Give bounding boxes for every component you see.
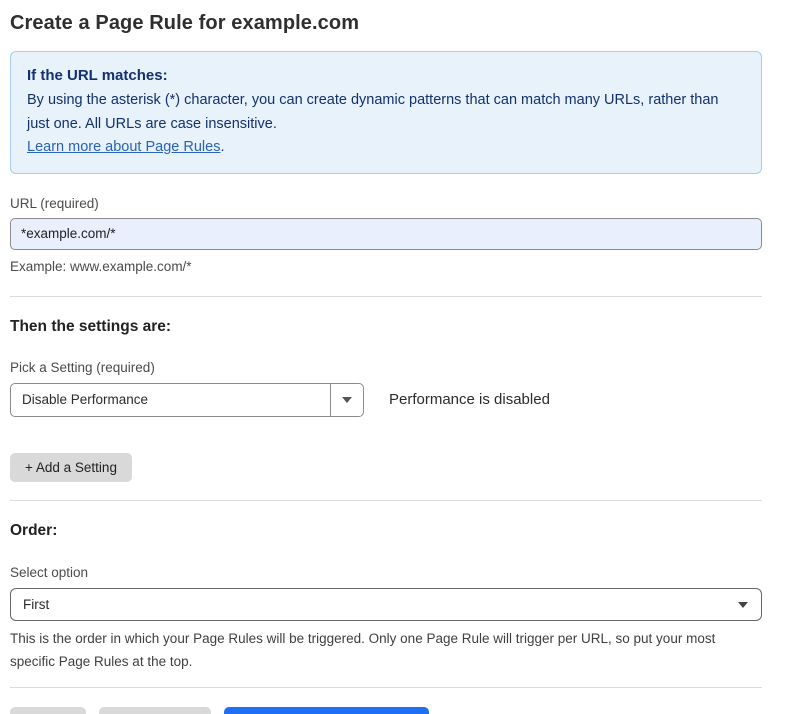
info-box-body: By using the asterisk (*) character, you… [27, 89, 745, 159]
chevron-down-icon [342, 397, 352, 403]
divider [10, 687, 762, 688]
setting-picker-label: Pick a Setting (required) [10, 360, 762, 375]
url-match-info-box: If the URL matches: By using the asteris… [10, 51, 762, 174]
footer-actions: Cancel Save as Draft Save and Deploy Pag… [10, 707, 762, 714]
settings-section-heading: Then the settings are: [10, 318, 762, 336]
order-select-label: Select option [10, 565, 762, 580]
save-as-draft-button[interactable]: Save as Draft [99, 707, 211, 714]
add-setting-button[interactable]: + Add a Setting [10, 453, 132, 483]
order-select[interactable]: First [10, 588, 762, 621]
setting-select[interactable]: Disable Performance [10, 383, 364, 417]
setting-row: Disable Performance Performance is disab… [10, 383, 762, 417]
create-page-rule-form: Create a Page Rule for example.com If th… [0, 0, 790, 714]
setting-select-value: Disable Performance [11, 384, 330, 416]
order-section-heading: Order: [10, 522, 762, 540]
setting-status-text: Performance is disabled [389, 391, 550, 408]
learn-more-link[interactable]: Learn more about Page Rules [27, 139, 220, 155]
url-example-text: Example: www.example.com/* [10, 259, 762, 274]
order-select-value: First [23, 597, 49, 612]
info-box-body-text: By using the asterisk (*) character, you… [27, 92, 719, 131]
page-title: Create a Page Rule for example.com [10, 12, 762, 35]
order-description: This is the order in which your Page Rul… [10, 628, 762, 674]
divider [10, 296, 762, 297]
url-field-label: URL (required) [10, 196, 762, 211]
setting-select-arrow-segment[interactable] [330, 384, 363, 416]
info-box-heading: If the URL matches: [27, 64, 745, 88]
divider [10, 500, 762, 501]
url-input[interactable] [10, 218, 762, 250]
save-and-deploy-button[interactable]: Save and Deploy Page Rule [224, 707, 430, 714]
cancel-button[interactable]: Cancel [10, 707, 86, 714]
chevron-down-icon [738, 602, 748, 608]
link-suffix: . [220, 139, 224, 155]
